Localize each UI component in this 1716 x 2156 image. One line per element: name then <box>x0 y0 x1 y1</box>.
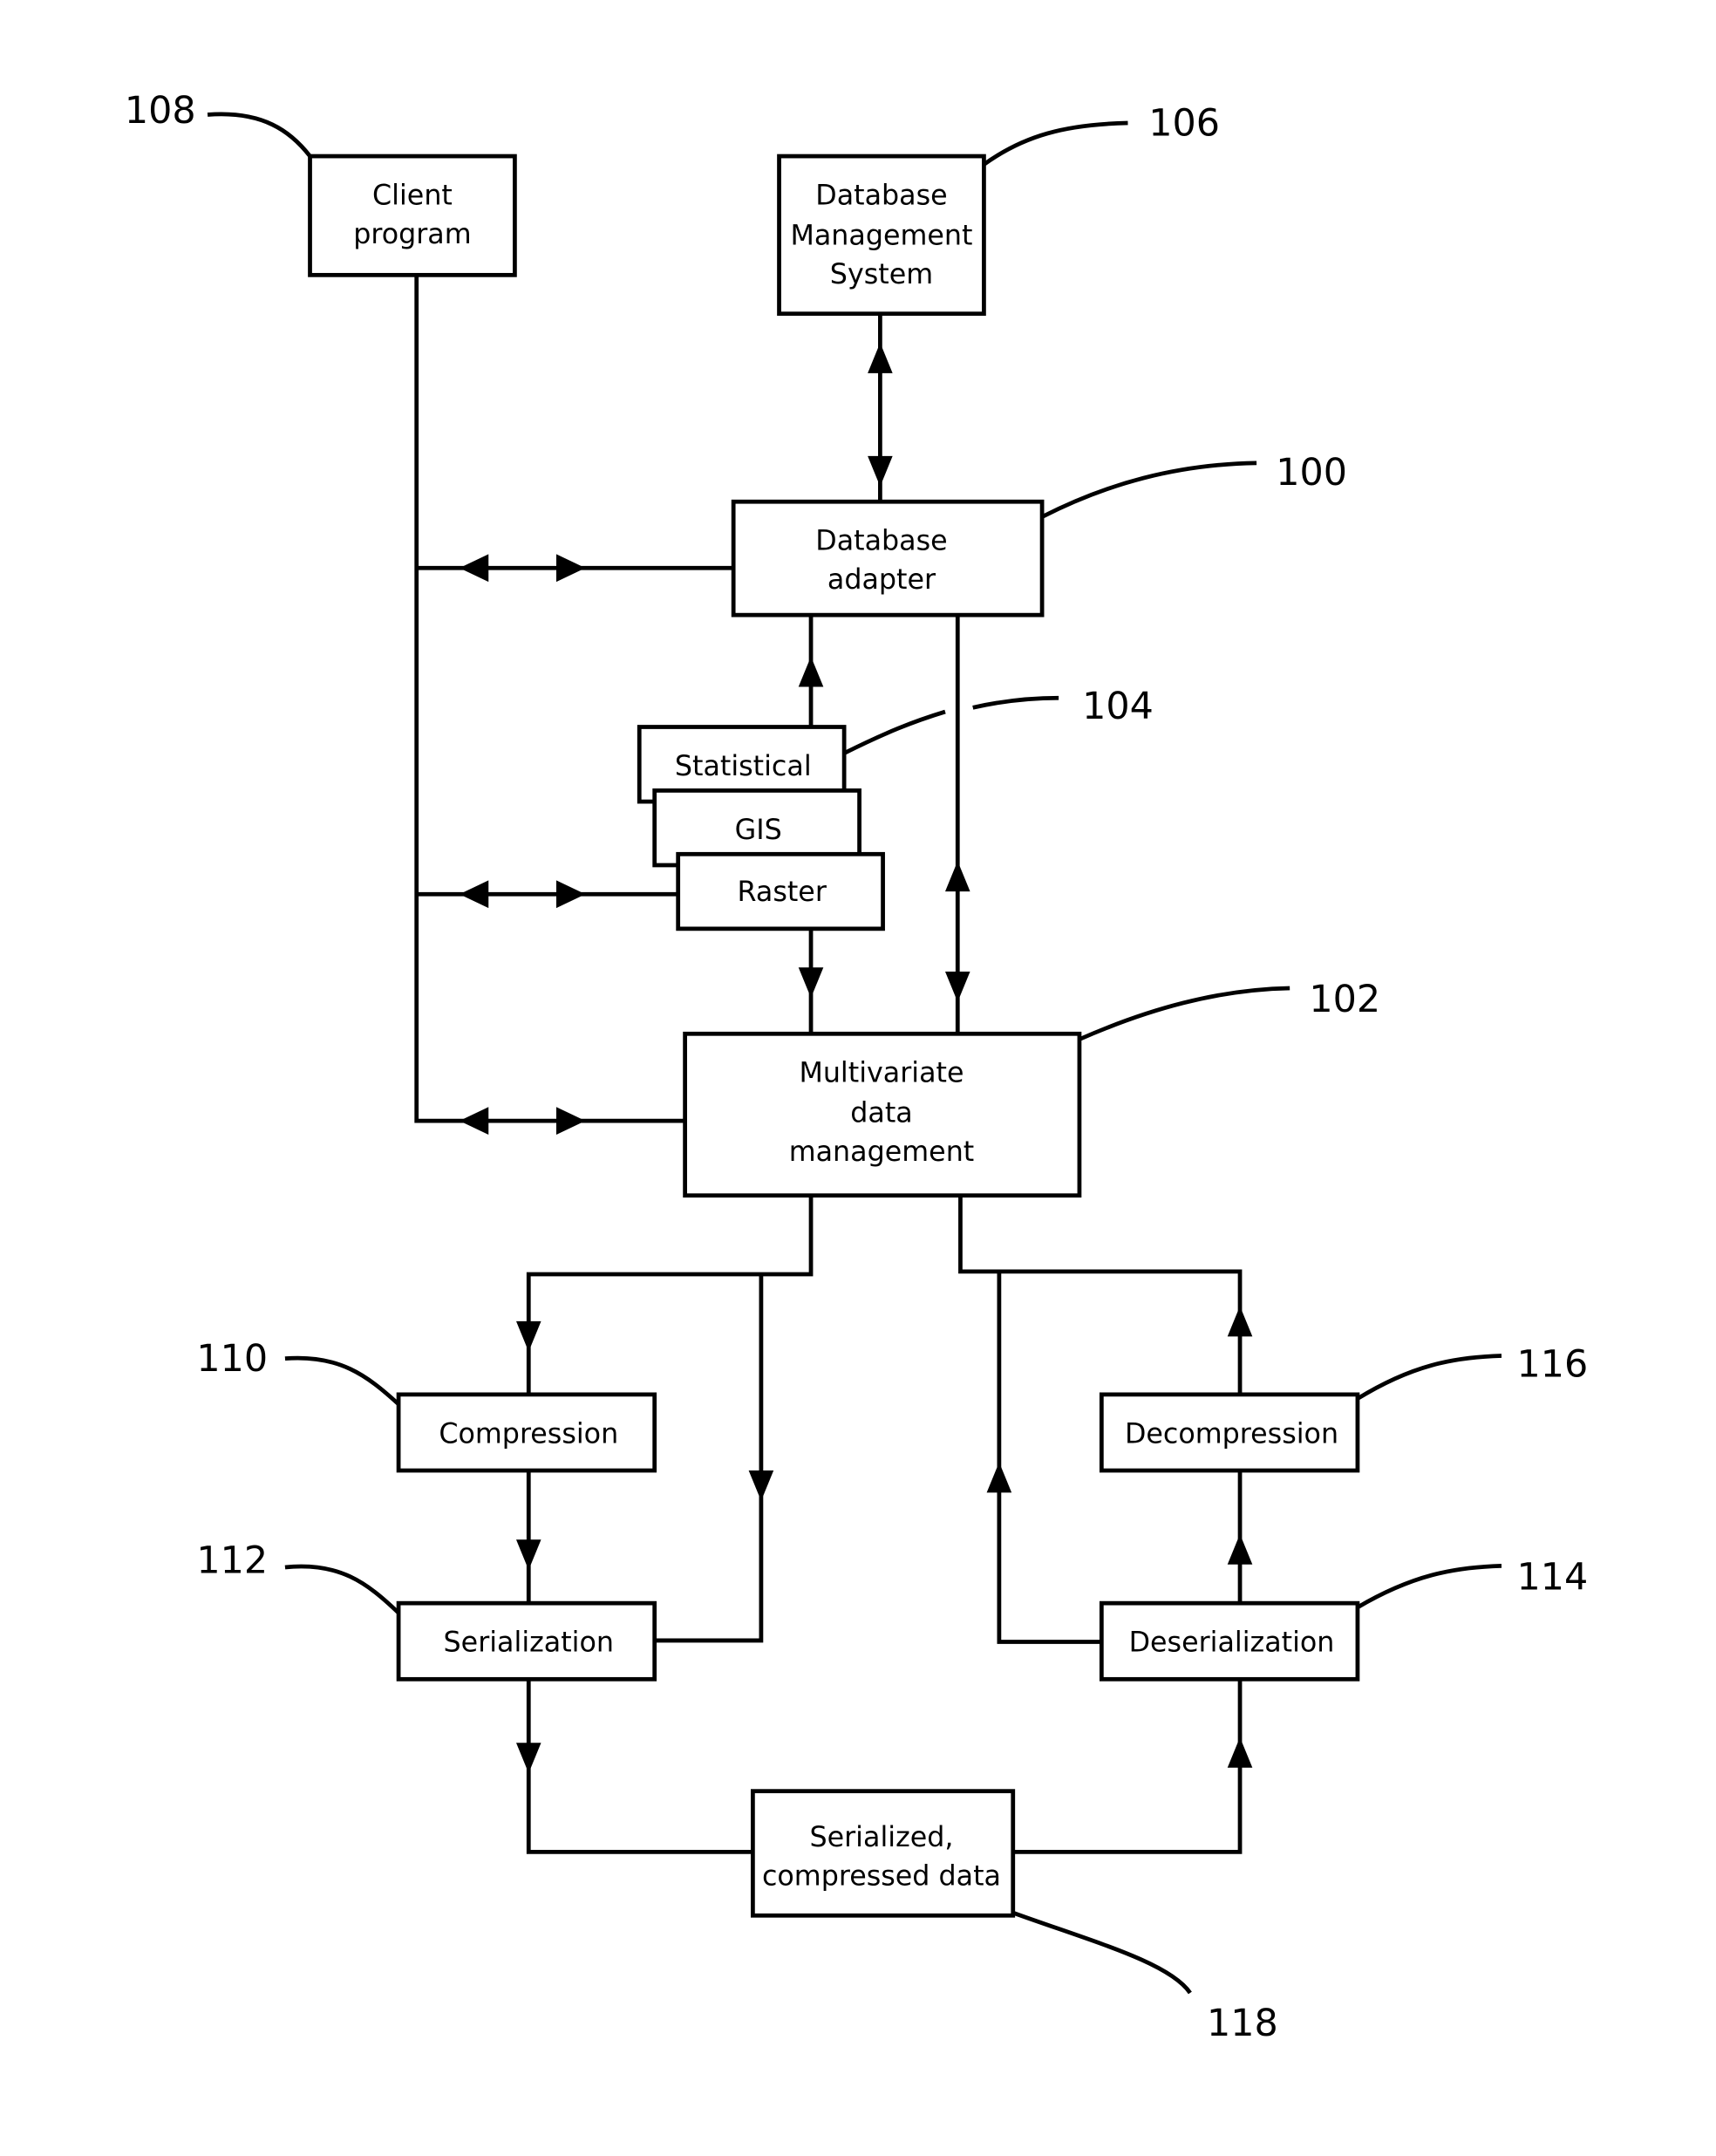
arrow-up-icon <box>1227 1736 1253 1768</box>
arrow-up-icon <box>986 1462 1012 1493</box>
arrow-up-icon <box>1227 1533 1253 1565</box>
leader-112 <box>284 1564 400 1614</box>
leader-110 <box>284 1355 400 1406</box>
arrow-right-icon <box>556 1107 586 1135</box>
arrow-up-icon <box>798 656 824 687</box>
leader-106 <box>983 120 1128 167</box>
arrow-right-icon <box>556 554 586 583</box>
wire-decompression-multivariate <box>958 1195 1243 1395</box>
arrow-down-icon <box>748 1470 774 1501</box>
node-multivariate: Multivariate data management <box>683 1031 1082 1198</box>
architecture-diagram: Client program Database Management Syste… <box>125 89 1588 2045</box>
multivariate-line-1: Multivariate <box>799 1058 964 1089</box>
compression-label: Compression <box>439 1418 618 1450</box>
node-plugins-stack: Statistical GIS Raster <box>637 725 885 931</box>
node-serialization: Serialization <box>396 1600 657 1682</box>
ref-114: 114 <box>1516 1555 1588 1599</box>
leader-108 <box>207 112 312 158</box>
arrow-down-icon <box>515 1320 541 1352</box>
arrow-left-icon <box>459 554 489 583</box>
wire-bypass-compression <box>654 1274 764 1643</box>
plugin-statistical: Statistical <box>675 751 812 782</box>
dbms-line-3: System <box>830 259 933 290</box>
leader-100 <box>1041 461 1257 519</box>
dbms-line-2: Management <box>790 220 972 251</box>
wire-bypass-decompression <box>997 1271 1102 1644</box>
leader-118 <box>1011 1910 1192 1995</box>
plugin-gis: GIS <box>735 815 782 846</box>
node-serialized-data: Serialized, compressed data <box>751 1789 1016 1918</box>
arrow-up-icon <box>1227 1306 1253 1337</box>
arrow-down-icon <box>868 455 893 487</box>
client-program-line-2: program <box>353 219 471 250</box>
arrow-left-icon <box>459 1107 489 1135</box>
decompression-label: Decompression <box>1125 1418 1338 1450</box>
node-client-program: Client program <box>308 154 517 277</box>
serialized-data-line-2: compressed data <box>762 1860 1001 1892</box>
client-bus-line <box>414 275 685 1123</box>
arrow-down-icon <box>798 967 824 999</box>
leader-116 <box>1356 1354 1502 1401</box>
ref-116: 116 <box>1516 1342 1588 1386</box>
ref-106: 106 <box>1148 101 1220 145</box>
arrow-down-icon <box>515 1743 541 1774</box>
deserialization-label: Deserialization <box>1129 1627 1335 1659</box>
adapter-line-1: Database <box>815 526 947 557</box>
dbms-line-1: Database <box>815 181 947 212</box>
plugin-raster: Raster <box>738 877 827 908</box>
adapter-line-2: adapter <box>827 564 936 596</box>
leader-102 <box>1078 986 1290 1041</box>
arrow-up-icon <box>944 861 970 892</box>
arrow-right-icon <box>556 880 586 909</box>
wire-data-deserialization <box>1012 1679 1243 1854</box>
ref-108: 108 <box>125 89 196 133</box>
wire-serialization-data <box>526 1679 753 1854</box>
node-dbms: Database Management System <box>777 154 986 317</box>
arrow-down-icon <box>515 1539 541 1571</box>
node-database-adapter: Database adapter <box>731 499 1045 617</box>
arrow-left-icon <box>459 880 489 909</box>
arrow-up-icon <box>868 342 893 373</box>
serialization-label: Serialization <box>444 1627 614 1659</box>
wire-multivariate-out <box>526 1195 814 1395</box>
ref-100: 100 <box>1276 451 1347 495</box>
multivariate-line-3: management <box>789 1136 975 1168</box>
node-compression: Compression <box>396 1392 657 1473</box>
ref-112: 112 <box>196 1539 268 1582</box>
ref-102: 102 <box>1309 978 1380 1021</box>
node-deserialization: Deserialization <box>1099 1600 1360 1682</box>
multivariate-line-2: data <box>850 1098 912 1129</box>
ref-104: 104 <box>1082 685 1154 728</box>
client-program-line-1: Client <box>372 181 453 212</box>
leader-104 <box>843 695 1059 755</box>
arrow-down-icon <box>944 971 970 1002</box>
node-decompression: Decompression <box>1099 1392 1360 1473</box>
leader-114 <box>1356 1563 1502 1609</box>
serialized-data-line-1: Serialized, <box>809 1822 953 1853</box>
ref-118: 118 <box>1207 2002 1278 2045</box>
ref-110: 110 <box>196 1337 268 1381</box>
